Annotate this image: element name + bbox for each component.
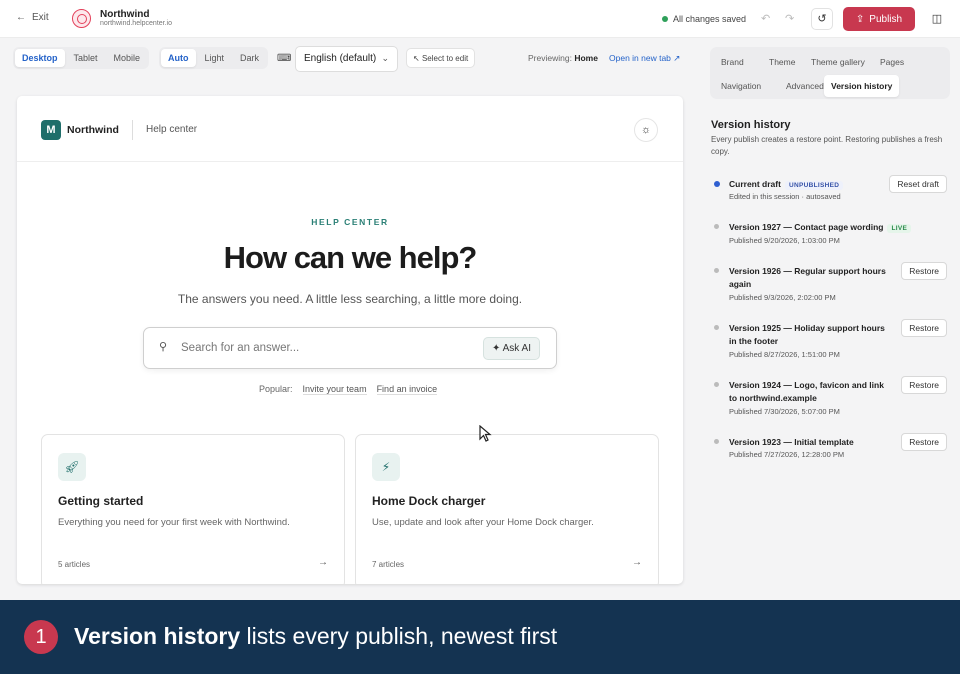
history-button[interactable]: ↺ — [811, 8, 833, 30]
theme-toggle-button[interactable]: ☼ — [634, 118, 658, 142]
reset-draft-button[interactable]: Reset draft — [889, 175, 947, 193]
version-dot-icon — [714, 224, 719, 229]
version-dot-icon — [714, 268, 719, 273]
tab-navigation[interactable]: Navigation — [714, 77, 768, 95]
status-badge: LIVE — [887, 224, 912, 233]
preview-header: M Northwind Help center ☼ — [17, 96, 683, 162]
card-description: Use, update and look after your Home Doc… — [372, 517, 594, 528]
tutorial-caption: 1 Version history lists every publish, n… — [0, 600, 960, 674]
ask-ai-button[interactable]: ✦ Ask AI — [483, 337, 540, 360]
tab-version-history[interactable]: Version history — [824, 75, 900, 97]
step-number: 1 — [24, 620, 58, 654]
version-dot-icon — [714, 439, 719, 444]
arrow-right-icon: → — [318, 557, 328, 568]
tab-theme-gallery[interactable]: Theme gallery — [804, 53, 872, 71]
tab-theme[interactable]: Theme — [762, 53, 802, 71]
theme-auto[interactable]: Auto — [161, 49, 196, 67]
device-mobile[interactable]: Mobile — [107, 49, 148, 67]
version-meta: Published 7/27/2026, 12:28:00 PM — [729, 450, 845, 459]
card-article-count: 5 articles — [58, 560, 91, 569]
history-icon: ↺ — [817, 13, 827, 25]
settings-panel: Brand Theme Theme gallery Pages Navigati… — [700, 39, 960, 600]
current-dot-icon — [714, 181, 720, 187]
device-tablet[interactable]: Tablet — [67, 49, 105, 67]
upload-icon: ⇪ — [855, 13, 865, 25]
device-switcher: Desktop Tablet Mobile — [13, 47, 150, 69]
top-bar: ← Exit Northwind northwind.helpcenter.io… — [0, 0, 960, 38]
hero-title: How can we help? — [223, 240, 478, 275]
version-meta: Published 7/30/2026, 5:07:00 PM — [729, 407, 840, 416]
card-description: Everything you need for your first week … — [58, 517, 290, 528]
theme-switcher: Auto Light Dark — [159, 47, 269, 69]
mouse-cursor-icon — [479, 425, 492, 442]
site-logo — [72, 9, 91, 28]
restore-button[interactable]: Restore — [901, 376, 947, 394]
redo-icon[interactable]: ↷ — [785, 12, 794, 25]
arrow-left-icon: ← — [16, 12, 26, 23]
arrow-right-icon: → — [632, 557, 642, 568]
site-preview: M Northwind Help center ☼ HELP CENTER Ho… — [17, 96, 683, 584]
chevron-down-icon: ⌄ — [381, 53, 389, 63]
category-card[interactable]: ⚡ Home Dock charger Use, update and look… — [355, 434, 659, 584]
version-meta: Published 9/20/2026, 1:03:00 PM — [729, 236, 840, 245]
pointer-icon: ↖ — [413, 54, 420, 63]
card-title: Getting started — [58, 494, 144, 508]
rocket-icon: 🚀︎ — [58, 453, 86, 481]
exit-button[interactable]: ← Exit — [16, 12, 49, 23]
divider — [132, 120, 133, 140]
card-title: Home Dock charger — [372, 494, 486, 508]
panel-description: Every publish creates a restore point. R… — [711, 135, 943, 156]
search-input[interactable]: ⚲ Search for an answer... ✦ Ask AI — [143, 327, 557, 369]
popular-link[interactable]: Invite your team — [302, 384, 367, 395]
layout-toggle-button[interactable]: ◫ — [926, 8, 948, 30]
open-new-tab-link[interactable]: Open in new tab ↗ — [609, 53, 680, 64]
popular-link[interactable]: Find an invoice — [376, 384, 438, 395]
tab-pages[interactable]: Pages — [873, 53, 911, 71]
tab-brand[interactable]: Brand — [714, 53, 751, 71]
external-link-icon: ↗ — [673, 53, 681, 63]
restore-button[interactable]: Restore — [901, 262, 947, 280]
language-icon: ⌨ — [277, 53, 292, 64]
version-dot-icon — [714, 325, 719, 330]
theme-dark[interactable]: Dark — [233, 49, 266, 67]
undo-icon[interactable]: ↶ — [761, 12, 770, 25]
restore-button[interactable]: Restore — [901, 433, 947, 451]
search-icon: ⚲ — [159, 341, 168, 353]
help-center-link[interactable]: Help center — [146, 124, 197, 135]
status-dot-icon — [662, 16, 668, 22]
popular-links: Popular: Invite your team Find an invoic… — [259, 384, 438, 395]
magic-wand-icon: ✦ — [492, 343, 501, 354]
category-card[interactable]: 🚀︎ Getting started Everything you need f… — [41, 434, 345, 584]
version-meta: Edited in this session · autosaved — [729, 192, 841, 201]
card-article-count: 7 articles — [372, 560, 405, 569]
version-meta: Published 9/3/2026, 2:02:00 PM — [729, 293, 836, 302]
settings-tabs: Brand Theme Theme gallery Pages Navigati… — [710, 47, 950, 99]
version-meta: Published 8/27/2026, 1:51:00 PM — [729, 350, 840, 359]
charger-icon: ⚡ — [372, 453, 400, 481]
restore-button[interactable]: Restore — [901, 319, 947, 337]
caption-text: Version history lists every publish, new… — [74, 623, 558, 649]
select-to-edit-button[interactable]: ↖ Select to edit — [406, 48, 476, 68]
panel-title: Version history — [711, 119, 791, 131]
hero-subtitle: The answers you need. A little less sear… — [177, 292, 523, 306]
search-placeholder: Search for an answer... — [181, 342, 300, 354]
language-select[interactable]: English (default) ⌄ — [295, 46, 398, 72]
northwind-logo: M — [41, 120, 61, 140]
site-name: Northwind — [100, 9, 150, 20]
device-desktop[interactable]: Desktop — [15, 49, 65, 67]
site-url: northwind.helpcenter.io — [100, 20, 172, 27]
preview-brand[interactable]: Northwind — [67, 124, 119, 136]
status-badge: UNPUBLISHED — [784, 181, 844, 190]
publish-button[interactable]: ⇪ Publish — [843, 7, 915, 31]
previewing-indicator: Previewing: Home — [528, 53, 598, 63]
theme-light[interactable]: Light — [198, 49, 232, 67]
version-dot-icon — [714, 382, 719, 387]
layout-icon: ◫ — [931, 13, 943, 25]
save-status: All changes saved — [662, 14, 746, 24]
eyebrow-label: HELP CENTER — [311, 217, 389, 227]
sun-icon: ☼ — [640, 124, 652, 136]
